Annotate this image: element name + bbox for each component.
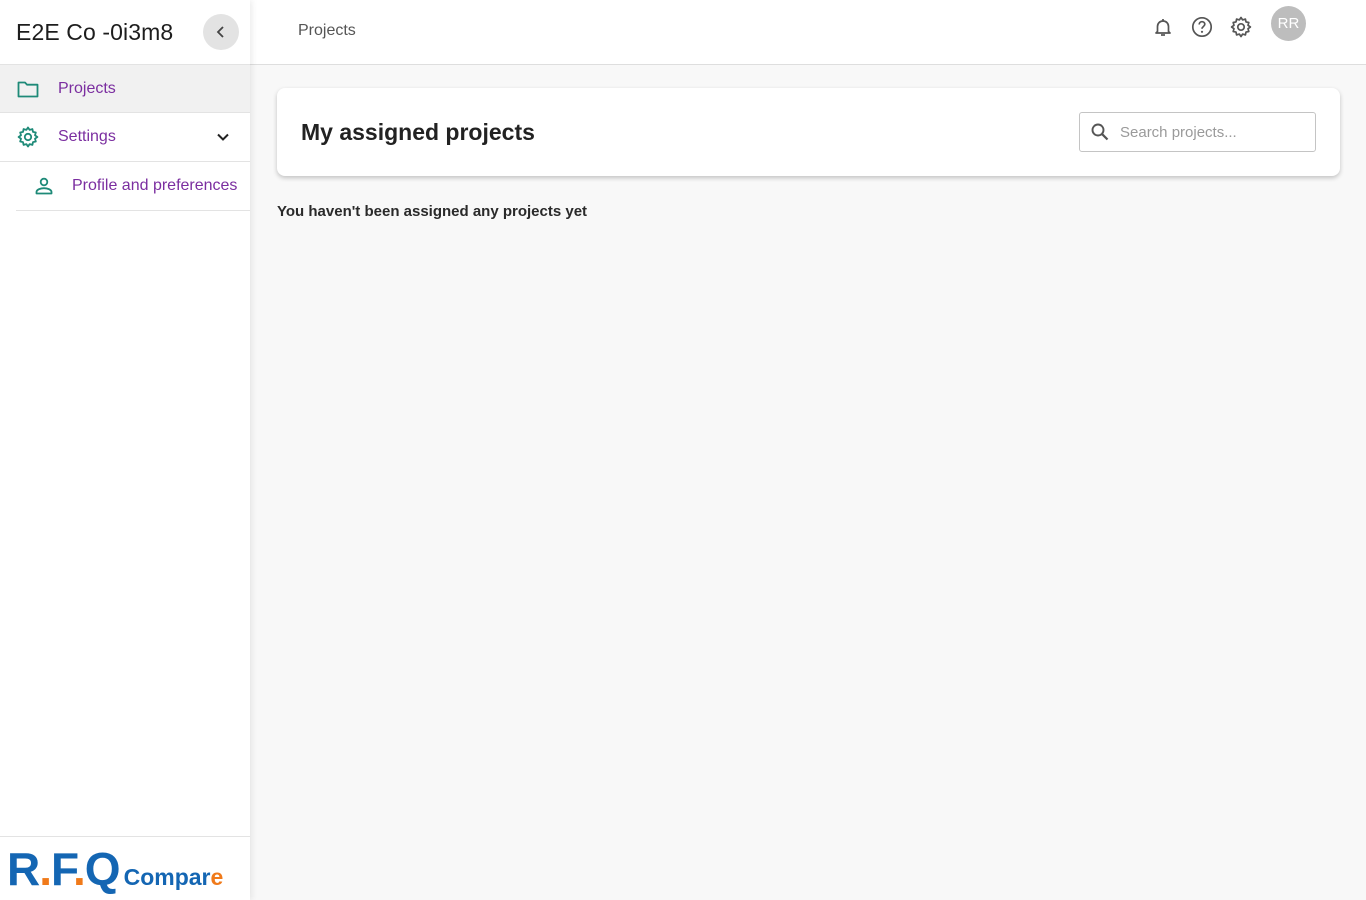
sidebar-item-label: Profile and preferences <box>72 177 238 194</box>
rfq-compare-logo: R.F.Q Compare <box>7 842 224 895</box>
gear-icon <box>17 126 39 148</box>
logo-main-text: R.F.Q <box>7 842 121 895</box>
sidebar-header: E2E Co -0i3m8 <box>0 0 250 64</box>
sidebar-footer: R.F.Q Compare <box>0 836 250 900</box>
projects-header-card: My assigned projects <box>277 88 1340 176</box>
notifications-button[interactable] <box>1150 14 1176 40</box>
sidebar-item-label: Projects <box>58 79 116 97</box>
bell-icon <box>1155 18 1171 36</box>
breadcrumb: Projects <box>298 22 356 39</box>
top-bar: Projects RR <box>250 0 1366 65</box>
avatar[interactable]: RR <box>1271 6 1306 41</box>
logo-sub-text: Compare <box>123 863 224 890</box>
collapse-sidebar-button[interactable] <box>203 14 239 50</box>
organization-name: E2E Co -0i3m8 <box>16 18 174 45</box>
empty-state-message: You haven't been assigned any projects y… <box>277 203 588 220</box>
help-icon <box>1191 16 1213 37</box>
chevron-left-icon <box>216 26 224 38</box>
search-icon <box>1091 123 1109 141</box>
sidebar-item-settings[interactable]: Settings <box>0 113 250 162</box>
gear-icon <box>1230 16 1252 37</box>
top-icons: RR <box>1137 6 1306 41</box>
page-title: My assigned projects <box>301 118 535 145</box>
sidebar: E2E Co -0i3m8 Projects Settings Profile … <box>0 0 250 900</box>
main-content: My assigned projects You haven't been as… <box>250 65 1366 900</box>
search-box[interactable] <box>1079 112 1316 152</box>
folder-icon <box>17 81 39 97</box>
sidebar-item-profile-preferences[interactable]: Profile and preferences <box>16 162 250 211</box>
chevron-down-icon[interactable] <box>214 128 232 146</box>
person-icon <box>35 177 53 195</box>
help-button[interactable] <box>1189 14 1215 40</box>
search-input[interactable] <box>1120 123 1300 141</box>
sidebar-item-projects[interactable]: Projects <box>0 64 250 113</box>
sidebar-item-label: Settings <box>58 128 116 145</box>
settings-button[interactable] <box>1228 14 1254 40</box>
